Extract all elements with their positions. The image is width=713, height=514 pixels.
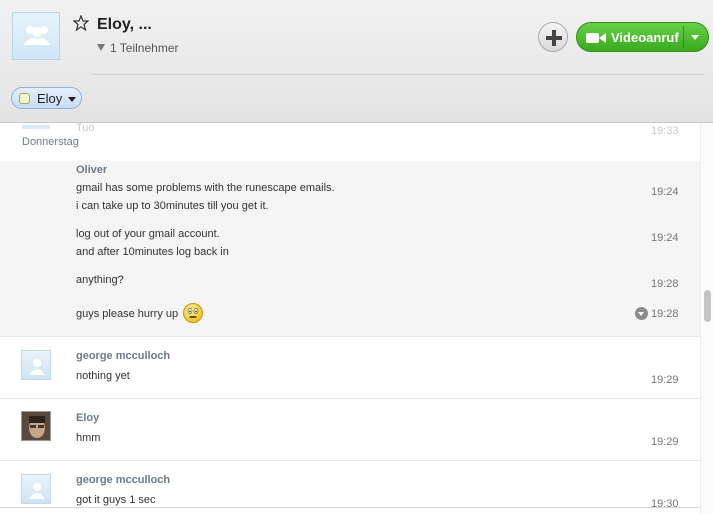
message-time: 19:24 (651, 186, 679, 198)
add-people-button[interactable] (538, 22, 568, 52)
sender-name[interactable]: george mcculloch (76, 350, 170, 362)
user-silhouette-icon (29, 483, 45, 499)
message-text: anything? (76, 274, 124, 286)
avatar[interactable] (21, 474, 51, 504)
message-group: george mcculloch nothing yet 19:29 (0, 337, 700, 399)
message-text: gmail has some problems with the runesca… (76, 182, 335, 194)
message-line: guys please hurry up (76, 303, 204, 323)
sender-name[interactable]: Eloy (76, 412, 99, 424)
message-time: 19:24 (651, 232, 679, 244)
message-time: 19:33 (651, 125, 679, 137)
conversation-header: Eloy, ... 1 Teilnehmer Videoanruf Eloy (0, 0, 713, 123)
date-separator: Donnerstag (22, 136, 79, 148)
avatar (22, 125, 50, 129)
status-note-icon (19, 93, 30, 104)
message-time: 19:29 (651, 374, 679, 386)
user-silhouette-icon (29, 359, 45, 375)
message-text: guys please hurry up (76, 308, 179, 320)
message-text: and after 10minutes log back in (76, 246, 229, 258)
star-icon[interactable] (73, 15, 89, 31)
avatar[interactable] (21, 411, 51, 441)
add-icon (546, 30, 562, 46)
chevron-down-icon[interactable] (691, 35, 699, 40)
conversation-title[interactable]: Eloy, ... (97, 16, 152, 34)
message-text: hmm (76, 432, 101, 444)
composer-divider (0, 507, 700, 508)
scrollbar-thumb[interactable] (704, 290, 711, 322)
message-group: Eloy hmm 19:29 (0, 399, 700, 461)
message-time: 19:28 (651, 278, 679, 290)
video-call-button[interactable]: Videoanruf (576, 22, 709, 52)
message-list[interactable]: Tuo 19:33 Donnerstag Oliver gmail has so… (0, 123, 700, 514)
participant-chip-name: Eloy (37, 91, 63, 106)
message-text: nothing yet (76, 370, 130, 382)
message-group: Oliver gmail has some problems with the … (0, 161, 700, 337)
message-options-icon[interactable] (635, 307, 648, 320)
message-text: i can take up to 30minutes till you get … (76, 200, 269, 212)
chevron-down-icon (68, 97, 76, 102)
message-time: 19:30 (651, 498, 679, 510)
participants-count: 1 Teilnehmer (110, 41, 179, 55)
triangle-down-icon (97, 44, 105, 51)
worried-emoji-icon (183, 303, 204, 323)
message-time: 19:29 (651, 436, 679, 448)
sender-name[interactable]: Oliver (76, 164, 107, 176)
button-divider (683, 26, 684, 48)
group-avatar-icon[interactable] (12, 12, 60, 60)
sender-name: Tuo (76, 123, 95, 134)
user-photo-icon (22, 412, 50, 440)
avatar[interactable] (21, 350, 51, 380)
video-camera-icon (586, 33, 606, 43)
sender-name[interactable]: george mcculloch (76, 474, 170, 486)
header-divider (93, 74, 704, 75)
message-time: 19:28 (651, 308, 679, 320)
message-text: log out of your gmail account. (76, 228, 220, 240)
participant-chip[interactable]: Eloy (11, 87, 82, 109)
participants-toggle[interactable]: 1 Teilnehmer (97, 41, 178, 55)
video-call-label: Videoanruf (611, 30, 679, 45)
